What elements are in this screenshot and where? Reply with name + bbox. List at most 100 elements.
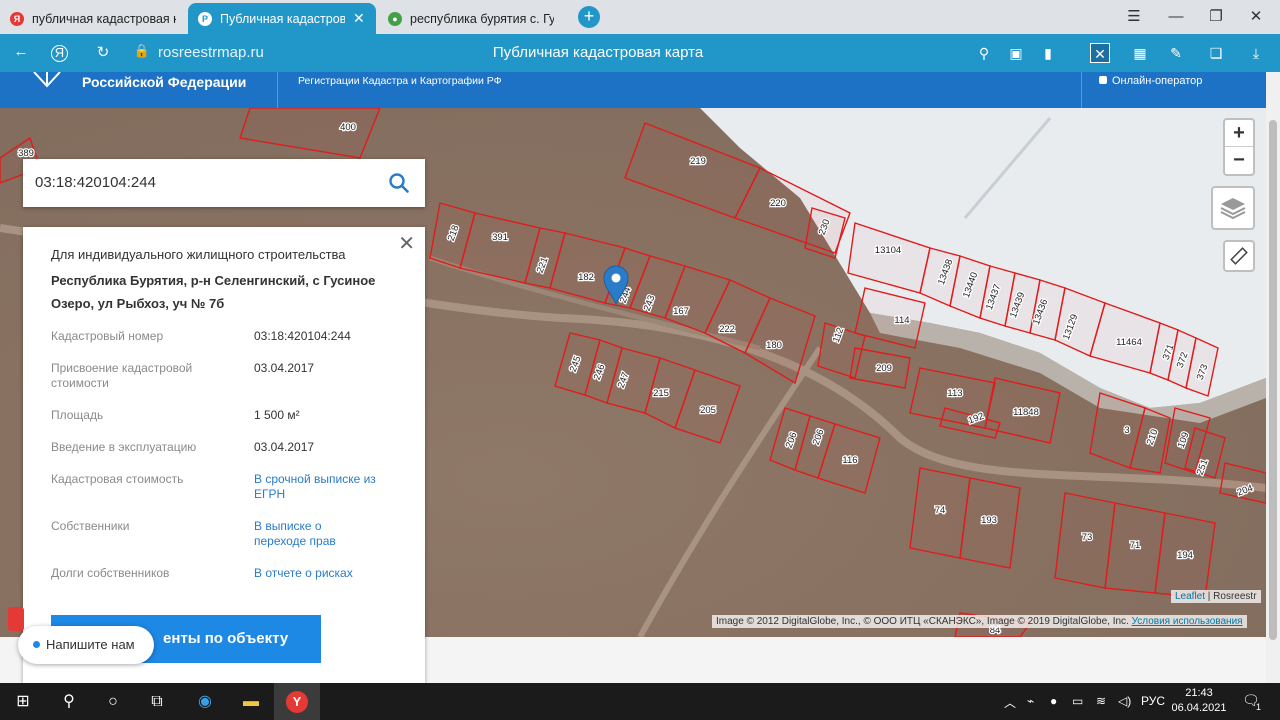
header-divider xyxy=(277,72,278,108)
parcel-label[interactable]: 11848 xyxy=(1012,406,1040,420)
bookmark-icon[interactable]: ▮ xyxy=(1038,43,1058,63)
minimize-icon[interactable]: — xyxy=(1156,0,1196,34)
collections-icon[interactable]: ❏ xyxy=(1206,43,1226,63)
new-tab-button[interactable]: + xyxy=(578,6,600,28)
parcel-label[interactable]: 182 xyxy=(577,271,595,285)
parcel-label[interactable]: 220 xyxy=(769,197,787,211)
parcel-label[interactable]: 219 xyxy=(689,155,707,169)
owners-label: Собственники xyxy=(51,519,130,533)
parcel-label[interactable]: 116 xyxy=(841,454,859,468)
window-close-icon[interactable]: ✕ xyxy=(1236,0,1276,34)
microphone-icon[interactable]: ● xyxy=(1050,694,1057,708)
restore-icon[interactable]: ❐ xyxy=(1196,0,1236,34)
search-icon[interactable] xyxy=(389,173,409,193)
volume-icon[interactable]: ◁) xyxy=(1118,694,1131,708)
task-view-icon[interactable]: ⧉ xyxy=(134,683,180,720)
parcel-info-panel: ✕ Для индивидуального жилищного строител… xyxy=(23,227,425,683)
commissioning-value: 03.04.2017 xyxy=(254,440,315,454)
write-us-chat-button[interactable]: Напишите нам xyxy=(18,626,154,664)
parcel-label[interactable]: 114 xyxy=(893,314,911,328)
parcel-label[interactable]: 389 xyxy=(17,147,35,161)
browser-tab-strip: Я публичная кадастровая к P Публичная ка… xyxy=(0,0,1280,34)
valuation-date-value: 03.04.2017 xyxy=(254,361,315,375)
close-tab-icon[interactable]: ✕ xyxy=(353,10,365,27)
area-value: 1 500 м² xyxy=(254,408,300,422)
scrollbar-thumb[interactable] xyxy=(1269,120,1277,640)
map-marker-badge-icon[interactable] xyxy=(8,607,24,631)
tab-buryatia-search[interactable]: ● республика бурятия с. Гус xyxy=(378,3,564,34)
zoom-in-button[interactable]: + xyxy=(1225,120,1253,147)
leaflet-link[interactable]: Leaflet xyxy=(1175,591,1205,602)
valuation-date-label: Присвоение кадастровой стоимости xyxy=(51,361,193,390)
map-pin-green-icon: ● xyxy=(388,11,402,26)
start-icon[interactable]: ⊞ xyxy=(0,683,46,720)
cadastral-value-label: Кадастровая стоимость xyxy=(51,472,184,486)
commissioning-label: Введение в эксплуатацию xyxy=(51,440,197,454)
extension-counter-icon[interactable]: ▦ xyxy=(1130,43,1150,63)
terms-of-use-link[interactable]: Условия использования xyxy=(1132,616,1243,627)
search-icon[interactable]: ⚲ xyxy=(46,683,92,720)
system-clock[interactable]: 21:43 06.04.2021 xyxy=(1168,686,1230,716)
parcel-boundary[interactable] xyxy=(239,108,381,159)
parcel-label[interactable]: 215 xyxy=(652,387,670,401)
language-indicator[interactable]: РУС xyxy=(1141,694,1165,708)
parcel-label[interactable]: 113 xyxy=(946,387,964,401)
imagery-credit: Image © 2012 DigitalGlobe, Inc., © ООО И… xyxy=(716,616,1129,627)
edge-icon[interactable]: ◉ xyxy=(182,683,228,720)
cortana-icon[interactable]: ○ xyxy=(90,683,136,720)
parcel-label[interactable]: 194 xyxy=(1176,549,1194,563)
tab-public-cadastral-map[interactable]: P Публичная кадастровая ✕ xyxy=(188,3,376,34)
parcel-label[interactable]: 222 xyxy=(718,323,736,337)
owner-debts-link[interactable]: В отчете о рисках xyxy=(254,566,404,581)
yandex-browser-icon[interactable]: Y xyxy=(274,683,320,720)
parcel-label[interactable]: 3 xyxy=(1123,424,1131,438)
pen-icon[interactable]: ✎ xyxy=(1166,43,1186,63)
parcel-label[interactable]: 74 xyxy=(933,504,946,518)
windows-taskbar: ⊞ ⚲ ○ ⧉ ◉ ▬ Y ︿ ⌁ ● ▭ ≋ ◁) РУС 21:43 06.… xyxy=(0,683,1280,720)
parcel-label[interactable]: 73 xyxy=(1080,531,1093,545)
tray-chevron-icon[interactable]: ︿ xyxy=(1004,694,1016,711)
layers-icon xyxy=(1220,198,1246,220)
parcel-label[interactable]: 391 xyxy=(491,231,509,245)
location-pin-icon[interactable]: ⚲ xyxy=(974,43,994,63)
cadastral-value-link[interactable]: В срочной выписке из ЕГРН xyxy=(254,472,379,502)
parcel-label[interactable]: 400 xyxy=(339,121,357,135)
file-explorer-icon[interactable]: ▬ xyxy=(228,683,274,720)
search-input[interactable]: 03:18:420104:244 xyxy=(35,174,156,191)
ruler-button[interactable] xyxy=(1223,240,1255,272)
download-icon[interactable]: ⤓ xyxy=(1246,43,1266,63)
parcel-label[interactable]: 167 xyxy=(672,305,690,319)
menu-icon[interactable]: ☰ xyxy=(1114,0,1154,34)
department-name: Регистрации Кадастра и Картографии РФ xyxy=(298,75,502,87)
online-operator-link[interactable]: Онлайн-оператор xyxy=(1099,75,1202,87)
parcel-label[interactable]: 209 xyxy=(875,362,893,376)
parcel-label[interactable]: 193 xyxy=(980,514,998,528)
parcel-label[interactable]: 11464 xyxy=(1115,336,1143,350)
rosreestr-icon: P xyxy=(198,11,212,26)
parcel-label[interactable]: 13104 xyxy=(874,244,903,258)
area-label: Площадь xyxy=(51,408,104,422)
attribution-source: | Rosreestr xyxy=(1205,591,1257,602)
tab-kadastr-search[interactable]: Я публичная кадастровая к xyxy=(0,3,186,34)
close-panel-icon[interactable]: ✕ xyxy=(398,231,415,256)
imagery-attribution: Image © 2012 DigitalGlobe, Inc., © ООО И… xyxy=(712,615,1247,628)
tab-label: публичная кадастровая к xyxy=(32,11,176,26)
zoom-control: + − xyxy=(1223,118,1255,176)
parcel-address: Республика Бурятия, р-н Селенгинский, с … xyxy=(51,273,376,311)
zoom-out-button[interactable]: − xyxy=(1225,147,1253,174)
notification-count: 1 xyxy=(1256,702,1262,712)
extension-icon[interactable]: ▣ xyxy=(1006,43,1026,63)
owner-debts-label: Долги собственников xyxy=(51,566,170,580)
page-scrollbar[interactable] xyxy=(1266,72,1280,683)
extension-x-icon[interactable]: ✕ xyxy=(1090,43,1110,63)
owners-link[interactable]: В выписке о переходе прав xyxy=(254,519,364,549)
wifi-icon[interactable]: ≋ xyxy=(1096,694,1106,708)
emblem-icon xyxy=(33,72,61,88)
parcel-label[interactable]: 180 xyxy=(765,339,783,353)
tab-label: Публичная кадастровая xyxy=(220,11,345,26)
network-off-icon[interactable]: ⌁ xyxy=(1027,694,1034,708)
battery-icon[interactable]: ▭ xyxy=(1072,694,1083,708)
parcel-label[interactable]: 71 xyxy=(1128,539,1141,553)
layers-button[interactable] xyxy=(1211,186,1255,230)
parcel-label[interactable]: 205 xyxy=(699,404,717,418)
